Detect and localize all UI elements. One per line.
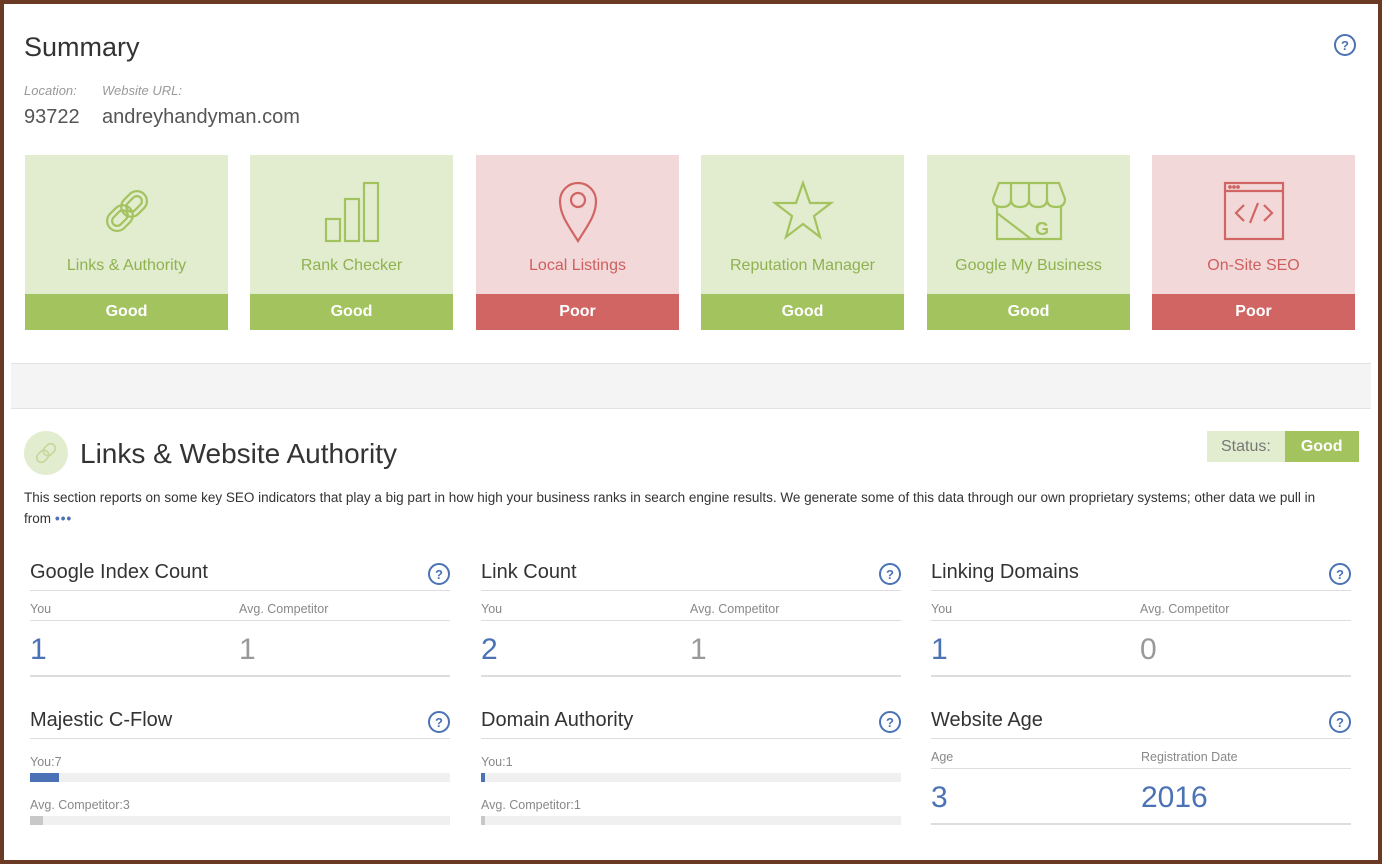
- card-status: Poor: [1152, 294, 1355, 330]
- card-status: Good: [250, 294, 453, 330]
- you-label: You: [931, 602, 953, 616]
- card-status: Good: [927, 294, 1130, 330]
- avg-competitor-value: 1: [690, 633, 707, 666]
- section-divider: [11, 363, 1371, 409]
- card-status: Good: [25, 294, 228, 330]
- card-links-authority[interactable]: Links & Authority Good: [25, 155, 228, 330]
- card-reputation-manager[interactable]: Reputation Manager Good: [701, 155, 904, 330]
- section-title: Links & Website Authority: [80, 438, 397, 469]
- location-label: Location:: [24, 83, 77, 98]
- storefront-icon: G: [991, 181, 1066, 241]
- metric-google-index-count: Google Index Count ? You Avg. Competitor…: [30, 551, 450, 677]
- card-label: Google My Business: [955, 257, 1102, 274]
- svg-text:G: G: [1035, 219, 1049, 239]
- age-value: 3: [931, 781, 948, 814]
- you-value: 1: [931, 633, 948, 666]
- help-icon[interactable]: ?: [428, 563, 450, 585]
- help-icon[interactable]: ?: [428, 711, 450, 733]
- help-icon[interactable]: ?: [879, 711, 901, 733]
- you-label: You:7: [30, 755, 62, 769]
- section-description: This section reports on some key SEO ind…: [24, 487, 1364, 529]
- card-local-listings[interactable]: Local Listings Poor: [476, 155, 679, 330]
- help-icon[interactable]: ?: [1329, 711, 1351, 733]
- metric-title: Linking Domains: [931, 561, 1079, 583]
- card-label: Rank Checker: [300, 257, 403, 274]
- avg-competitor-label: Avg. Competitor: [239, 602, 329, 616]
- card-on-site-seo[interactable]: On-Site SEO Poor: [1152, 155, 1355, 330]
- help-icon[interactable]: ?: [1334, 34, 1356, 56]
- status-value: Good: [1284, 431, 1359, 462]
- metric-title: Google Index Count: [30, 561, 208, 583]
- you-label: You: [481, 602, 503, 616]
- you-label: You:1: [481, 755, 513, 769]
- location-value: 93722: [24, 106, 80, 128]
- section-icon: [24, 431, 68, 475]
- help-icon[interactable]: ?: [879, 563, 901, 585]
- card-label: On-Site SEO: [1207, 257, 1300, 274]
- card-label: Reputation Manager: [730, 257, 875, 274]
- avg-competitor-label: Avg. Competitor:3: [30, 798, 130, 812]
- you-value: 2: [481, 633, 498, 666]
- age-label: Age: [931, 750, 954, 764]
- avg-competitor-bar: [481, 816, 901, 825]
- you-bar: [481, 773, 901, 782]
- description-text: This section reports on some key SEO ind…: [24, 490, 1316, 526]
- links-icon: [105, 190, 148, 232]
- card-rank-checker[interactable]: Rank Checker Good: [250, 155, 453, 330]
- app-frame: Summary ? Location: Website URL: 93722 a…: [4, 4, 1378, 860]
- summary-cards: Links & Authority Good Rank Checker Good: [25, 155, 1356, 330]
- code-window-icon: [1223, 181, 1284, 241]
- you-value: 1: [30, 633, 47, 666]
- you-label: You: [30, 602, 52, 616]
- you-bar: [30, 773, 450, 782]
- metric-link-count: Link Count ? You Avg. Competitor 2 1: [481, 551, 901, 677]
- avg-competitor-label: Avg. Competitor: [690, 602, 780, 616]
- metric-title: Majestic C-Flow: [30, 709, 173, 731]
- website-url-value: andreyhandyman.com: [102, 106, 300, 128]
- card-status: Poor: [476, 294, 679, 330]
- metric-website-age: Website Age ? Age Registration Date 3 20…: [931, 699, 1351, 825]
- more-button[interactable]: •••: [55, 511, 72, 526]
- metric-majestic-c-flow: Majestic C-Flow ? You:7 Avg. Competitor:…: [30, 699, 450, 825]
- registration-date-label: Registration Date: [1141, 750, 1238, 764]
- bar-chart-icon: [324, 181, 379, 243]
- avg-competitor-label: Avg. Competitor: [1140, 602, 1230, 616]
- map-pin-icon: [558, 181, 597, 243]
- avg-competitor-label: Avg. Competitor:1: [481, 798, 581, 812]
- metric-title: Link Count: [481, 561, 577, 583]
- card-label: Local Listings: [529, 257, 626, 274]
- card-label: Links & Authority: [66, 257, 187, 274]
- summary-title: Summary: [24, 32, 140, 62]
- status-badge: Status: Good: [1207, 431, 1359, 462]
- card-google-my-business[interactable]: G Google My Business Good: [927, 155, 1130, 330]
- metric-title: Domain Authority: [481, 709, 634, 731]
- registration-date-value: 2016: [1141, 781, 1208, 814]
- metric-domain-authority: Domain Authority ? You:1 Avg. Competitor…: [481, 699, 901, 825]
- avg-competitor-bar: [30, 816, 450, 825]
- avg-competitor-value: 0: [1140, 633, 1157, 666]
- website-url-label: Website URL:: [102, 83, 182, 98]
- metric-title: Website Age: [931, 709, 1043, 731]
- help-icon[interactable]: ?: [1329, 563, 1351, 585]
- status-label: Status:: [1207, 431, 1285, 462]
- metric-linking-domains: Linking Domains ? You Avg. Competitor 1 …: [931, 551, 1351, 677]
- star-icon: [771, 179, 834, 240]
- card-status: Good: [701, 294, 904, 330]
- avg-competitor-value: 1: [239, 633, 256, 666]
- links-icon: [35, 442, 57, 464]
